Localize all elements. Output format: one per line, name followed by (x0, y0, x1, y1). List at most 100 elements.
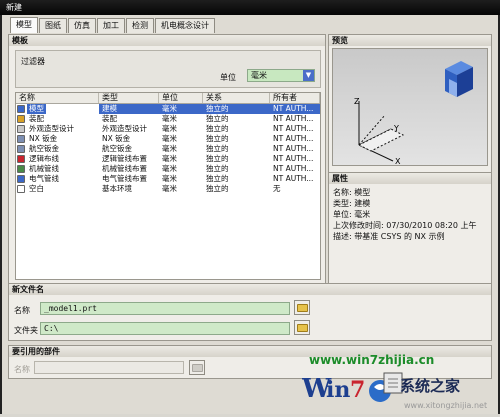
cell-relation: 独立的 (206, 154, 229, 163)
window-title: 新建 (6, 3, 22, 12)
cell-owner: NT AUTH... (270, 104, 320, 114)
cell-name-text: 电气管线 (29, 174, 59, 183)
cell-type: NX 钣金 (102, 134, 131, 143)
table-row[interactable]: 装配 装配 毫米 独立的 NT AUTH... (16, 114, 320, 124)
svg-text:7: 7 (350, 377, 365, 403)
column-header-name[interactable]: 名称 (16, 93, 99, 103)
cell-type: 机械管线布置 (102, 164, 147, 173)
cell-owner: 无 (273, 184, 281, 193)
cell-relation: 独立的 (206, 134, 229, 143)
cell-unit: 毫米 (162, 154, 177, 163)
cell-owner: NT AUTH... (273, 164, 314, 173)
properties-list: 名称: 模型 类型: 建模 单位: 毫米 上次修改时间: 07/30/2010 … (332, 187, 488, 242)
model-icon (17, 105, 25, 113)
template-table: 名称 类型 单位 关系 所有者 模型 建模 毫米 独立的 NT AUTH... 装配 装配毫… (15, 92, 321, 280)
table-body: 模型 建模 毫米 独立的 NT AUTH... 装配 装配 毫米 独立的 NT AUTH... 外观… (16, 104, 320, 194)
cell-name-text: 模型 (27, 104, 46, 114)
cell-unit: 毫米 (162, 184, 177, 193)
template-header: 模板 (9, 35, 325, 46)
logic-routing-icon (17, 155, 25, 163)
cell-owner: NT AUTH... (273, 124, 314, 133)
tab-bar: 模型 图纸 仿真 加工 检测 机电概念设计 (10, 17, 216, 33)
cell-unit: 毫米 (162, 114, 177, 123)
new-file-header: 新文件名 (9, 284, 491, 295)
unit-label: 单位 (220, 73, 236, 82)
cell-name: 空白 (16, 184, 99, 194)
table-row[interactable]: 逻辑布线 逻辑管线布置 毫米 独立的 NT AUTH... (16, 154, 320, 164)
filter-box: 过滤器 单位 毫米 ▼ (15, 50, 321, 88)
folder-label: 文件夹 (14, 326, 38, 335)
tab-simulation[interactable]: 仿真 (68, 18, 96, 33)
tab-inspection[interactable]: 检测 (126, 18, 154, 33)
assembly-icon (17, 115, 25, 123)
tab-drawing[interactable]: 图纸 (39, 18, 67, 33)
new-dialog: 模型 图纸 仿真 加工 检测 机电概念设计 模板 过滤器 单位 毫米 ▼ 名称 … (0, 15, 500, 414)
cell-type: 航空钣金 (102, 144, 132, 153)
nx-block-icon (445, 61, 473, 97)
cell-name: 模型 (16, 104, 99, 114)
cell-unit: 毫米 (162, 174, 177, 183)
cell-relation: 独立的 (206, 114, 229, 123)
browse-name-button[interactable] (294, 300, 310, 315)
cell-name: 逻辑布线 (16, 154, 99, 164)
cell-type: 逻辑管线布置 (102, 154, 147, 163)
cell-unit: 毫米 (162, 144, 177, 153)
folder-input[interactable]: C:\ (40, 322, 290, 335)
property-type: 类型: 建模 (333, 199, 371, 208)
watermark-brand: 系统之家 (400, 377, 461, 395)
cell-owner: NT AUTH... (273, 144, 314, 153)
table-row[interactable]: NX 钣金 NX 钣金 毫米 独立的 NT AUTH... (16, 134, 320, 144)
cell-relation: 独立的 (206, 174, 229, 183)
aero-sheet-metal-icon (17, 145, 25, 153)
cell-owner: NT AUTH... (273, 174, 314, 183)
table-row[interactable]: 航空钣金 航空钣金 毫米 独立的 NT AUTH... (16, 144, 320, 154)
folder-icon (296, 303, 308, 312)
cell-owner: NT AUTH... (273, 114, 314, 123)
property-unit: 单位: 毫米 (333, 210, 371, 219)
property-description: 描述: 带基准 CSYS 的 NX 示例 (333, 232, 445, 241)
axis-x-label: X (395, 157, 401, 166)
column-header-unit[interactable]: 单位 (159, 93, 203, 103)
column-header-owner[interactable]: 所有者 (270, 93, 320, 103)
file-name-input[interactable]: _model1.prt (40, 302, 290, 315)
elec-routing-icon (17, 175, 25, 183)
cell-name: 装配 (16, 114, 99, 124)
tab-manufacturing[interactable]: 加工 (97, 18, 125, 33)
table-row[interactable]: 模型 建模 毫米 独立的 NT AUTH... (16, 104, 320, 114)
cell-type: 建模 (99, 104, 159, 114)
folder-icon (191, 363, 203, 372)
cell-type: 外观造型设计 (102, 124, 147, 133)
sheet-metal-icon (17, 135, 25, 143)
table-row[interactable]: 空白 基本环境 毫米 独立的 无 (16, 184, 320, 194)
ref-name-input[interactable] (34, 361, 184, 374)
svg-text:in: in (326, 377, 350, 403)
cell-name-text: 航空钣金 (29, 144, 59, 153)
property-name: 名称: 模型 (333, 188, 371, 197)
cell-type: 装配 (102, 114, 117, 123)
table-row[interactable]: 机械管线 机械管线布置 毫米 独立的 NT AUTH... (16, 164, 320, 174)
ref-name-label: 名称 (14, 365, 30, 374)
preview-header: 预览 (329, 35, 491, 46)
cell-name: 航空钣金 (16, 144, 99, 154)
column-header-relation[interactable]: 关系 (203, 93, 270, 103)
cell-unit: 毫米 (162, 164, 177, 173)
tab-model[interactable]: 模型 (10, 17, 38, 33)
properties-header: 属性 (329, 173, 491, 184)
unit-select-value: 毫米 (251, 71, 267, 80)
unit-select[interactable]: 毫米 ▼ (247, 69, 315, 82)
cell-name-text: 逻辑布线 (29, 154, 59, 163)
chevron-down-icon[interactable]: ▼ (303, 70, 314, 81)
cell-name-text: 外观造型设计 (29, 124, 74, 133)
cell-name-text: NX 钣金 (29, 134, 58, 143)
ref-browse-button[interactable] (189, 360, 205, 375)
preview-image: Z Y X (332, 48, 488, 166)
cell-name: 机械管线 (16, 164, 99, 174)
cell-unit: 毫米 (162, 124, 177, 133)
tab-mechatronics[interactable]: 机电概念设计 (155, 18, 215, 33)
browse-folder-button[interactable] (294, 320, 310, 335)
axis-y-label: Y (393, 124, 399, 133)
column-header-type[interactable]: 类型 (99, 93, 159, 103)
watermark-small-url: www.xitongzhijia.net (404, 401, 488, 410)
table-row[interactable]: 外观造型设计 外观造型设计 毫米 独立的 NT AUTH... (16, 124, 320, 134)
table-row[interactable]: 电气管线 电气管线布置 毫米 独立的 NT AUTH... (16, 174, 320, 184)
